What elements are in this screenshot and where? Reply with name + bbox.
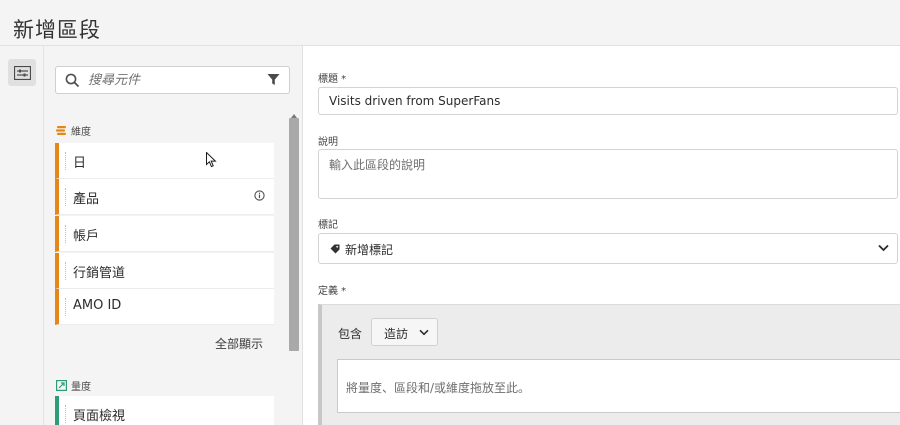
dimension-item[interactable]: 帳戶: [55, 216, 274, 252]
filter-icon[interactable]: [267, 73, 280, 86]
dimension-item-label: 日: [73, 156, 87, 171]
definition-label: 定義 *: [318, 286, 347, 297]
header-bar: 新增區段: [0, 0, 900, 46]
dimensions-heading-label: 維度: [71, 127, 91, 138]
metrics-icon: [56, 380, 67, 391]
panel-icon: [13, 65, 31, 80]
dimension-item[interactable]: 產品: [55, 179, 274, 215]
scope-value: 造訪: [384, 327, 409, 341]
dimension-item-label: AMO ID: [73, 298, 122, 313]
metric-item[interactable]: 頁面檢視: [55, 396, 274, 425]
components-panel: 維度 日 產品 帳戶 行銷管道 AMO ID 全部顯示 量度: [44, 46, 303, 425]
icon-rail: [0, 46, 44, 425]
page-title: 新增區段: [13, 18, 101, 42]
scrollbar[interactable]: [289, 114, 299, 425]
drag-handle[interactable]: [65, 262, 66, 280]
include-label: 包含: [338, 327, 363, 341]
info-icon[interactable]: [254, 190, 265, 201]
dimension-item[interactable]: 行銷管道: [55, 253, 274, 289]
definition-container: 包含 造訪 將量度、區段和/或維度拖放至此。: [318, 304, 900, 425]
dimension-item-label: 產品: [73, 192, 100, 207]
tags-select[interactable]: 新增標記: [318, 233, 898, 264]
drag-handle[interactable]: [65, 152, 66, 170]
dimension-item[interactable]: AMO ID: [55, 289, 274, 325]
drag-handle[interactable]: [65, 188, 66, 206]
metric-item-label: 頁面檢視: [73, 409, 126, 424]
title-input[interactable]: [318, 87, 898, 115]
dimensions-icon: [56, 126, 67, 135]
chevron-down-icon: [419, 329, 429, 336]
dimension-item-label: 帳戶: [73, 229, 100, 244]
chevron-down-icon: [878, 244, 889, 252]
tag-icon: [330, 244, 340, 254]
components-panel-button[interactable]: [8, 59, 36, 86]
drag-handle[interactable]: [65, 225, 66, 243]
tags-label: 標記: [318, 220, 338, 231]
definition-dropzone[interactable]: 將量度、區段和/或維度拖放至此。: [337, 359, 900, 413]
search-icon: [65, 73, 80, 88]
tags-placeholder: 新增標記: [345, 243, 394, 257]
scope-dropdown[interactable]: 造訪: [371, 318, 438, 346]
description-input[interactable]: [318, 149, 898, 199]
description-label: 說明: [318, 137, 338, 148]
dropzone-hint: 將量度、區段和/或維度拖放至此。: [346, 381, 531, 395]
search-input[interactable]: [88, 70, 258, 90]
title-label: 標題 *: [318, 74, 347, 85]
drag-handle[interactable]: [65, 405, 66, 423]
scrollbar-thumb[interactable]: [289, 118, 299, 351]
dimensions-heading: 維度: [56, 123, 91, 138]
show-all-link[interactable]: 全部顯示: [215, 335, 263, 352]
metrics-heading-label: 量度: [71, 382, 91, 393]
search-box: [55, 66, 290, 94]
dimension-item[interactable]: 日: [55, 143, 274, 179]
dimension-item-label: 行銷管道: [73, 266, 126, 281]
drag-handle[interactable]: [65, 298, 66, 316]
mouse-cursor-icon: [206, 152, 217, 168]
metrics-heading: 量度: [56, 378, 91, 393]
segment-form: 標題 * 說明 標記 新增標記 定義 * 包含 造訪 將量度、區段和/或維度拖放…: [304, 46, 900, 425]
